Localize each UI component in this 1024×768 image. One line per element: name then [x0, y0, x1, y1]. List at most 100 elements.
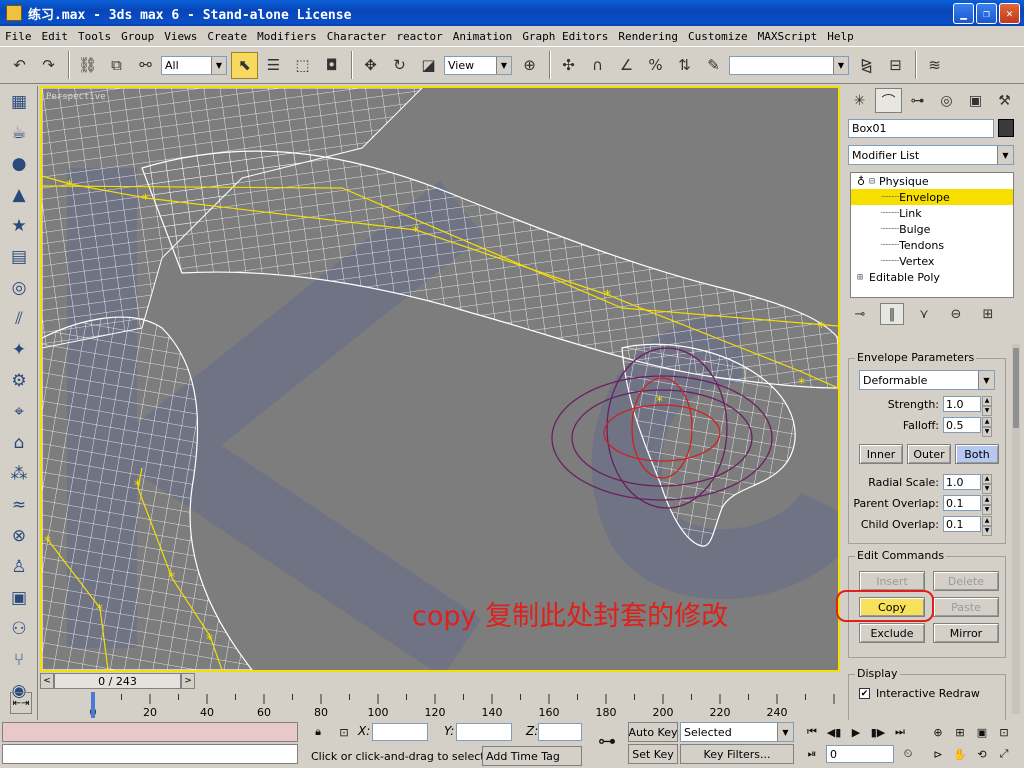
close-button[interactable]: ✕: [999, 2, 1020, 24]
maxscript-result-field[interactable]: [2, 744, 298, 764]
viewport-label[interactable]: Perspective: [46, 92, 106, 102]
tube-icon[interactable]: ⫽: [4, 305, 34, 333]
prev-frame-arrow[interactable]: <: [40, 673, 54, 689]
menu-help[interactable]: Help: [822, 30, 859, 43]
named-selection-sets-dropdown[interactable]: ▼: [729, 55, 849, 75]
selection-filter-dropdown[interactable]: All ▼: [161, 55, 227, 75]
pivot-center-icon[interactable]: ⊕: [516, 52, 543, 79]
add-time-tag-button[interactable]: Add Time Tag: [482, 746, 582, 766]
absolute-mode-icon[interactable]: ⊡: [334, 723, 354, 741]
stack-item-editable-poly[interactable]: ⊞ Editable Poly: [851, 269, 1013, 285]
remove-modifier-icon[interactable]: ⊖: [944, 303, 968, 325]
unlink-selection-icon[interactable]: ⧉: [103, 52, 130, 79]
menu-edit[interactable]: Edit: [37, 30, 74, 43]
time-configuration-icon[interactable]: ⏲: [898, 745, 918, 763]
edit-named-selection-icon[interactable]: ✎: [700, 52, 727, 79]
rectangular-selection-icon[interactable]: ⬚: [289, 52, 316, 79]
checker-icon[interactable]: ▤: [4, 243, 34, 271]
reference-coordinate-dropdown[interactable]: View ▼: [444, 55, 512, 75]
field-of-view-icon[interactable]: ⊳: [928, 745, 948, 763]
biped-icon[interactable]: ♙: [4, 553, 34, 581]
interactive-redraw-checkbox[interactable]: ✔: [859, 688, 870, 699]
wave-icon[interactable]: ≈: [4, 491, 34, 519]
menu-maxscript[interactable]: MAXScript: [753, 30, 823, 43]
object-color-swatch[interactable]: [998, 119, 1014, 137]
angle-snap-icon[interactable]: ∠: [613, 52, 640, 79]
show-end-result-icon[interactable]: ‖: [880, 303, 904, 325]
maximize-viewport-icon[interactable]: ⤢: [994, 745, 1014, 763]
menu-animation[interactable]: Animation: [448, 30, 518, 43]
utilities-tab-icon[interactable]: ⚒: [991, 88, 1018, 113]
menu-tools[interactable]: Tools: [73, 30, 116, 43]
box-icon[interactable]: ▦: [4, 88, 34, 116]
stack-item-bulge[interactable]: ┈┈┈ Bulge: [851, 221, 1013, 237]
exclude-button[interactable]: Exclude: [859, 623, 925, 643]
radial-scale-spinner[interactable]: 1.0: [943, 474, 981, 490]
parent-overlap-spinner[interactable]: 0.1: [943, 495, 981, 511]
select-and-rotate-icon[interactable]: ↻: [386, 52, 413, 79]
zoom-icon[interactable]: ⊕: [928, 723, 948, 741]
menu-rendering[interactable]: Rendering: [613, 30, 683, 43]
align-icon[interactable]: ⊟: [882, 52, 909, 79]
make-unique-icon[interactable]: ⋎: [912, 303, 936, 325]
redo-icon[interactable]: ↷: [35, 52, 62, 79]
cone-icon[interactable]: ▲: [4, 181, 34, 209]
chair-icon[interactable]: ⑂: [4, 646, 34, 674]
light-bulb-icon[interactable]: ♁: [857, 175, 869, 188]
sphere-icon[interactable]: ●: [4, 150, 34, 178]
gear-icon[interactable]: ⚙: [4, 367, 34, 395]
default-tangent-key-icon[interactable]: ⊶: [592, 731, 622, 752]
key-filters-button[interactable]: Key Filters...: [680, 744, 794, 764]
bind-to-space-warp-icon[interactable]: ⚯: [132, 52, 159, 79]
stack-item-vertex[interactable]: ┈┈┈ Vertex: [851, 253, 1013, 269]
go-to-end-icon[interactable]: ⏭: [890, 723, 910, 741]
menu-character[interactable]: Character: [322, 30, 392, 43]
menu-group[interactable]: Group: [116, 30, 159, 43]
stack-item-link[interactable]: ┈┈┈ Link: [851, 205, 1013, 221]
time-slider[interactable]: < 0 / 243 >: [40, 672, 840, 690]
configure-sets-icon[interactable]: ⊞: [976, 303, 1000, 325]
both-button[interactable]: Both: [955, 444, 999, 464]
perspective-viewport[interactable]: * * * * * * * * * * * * Perspective copy 复制此处封套的…: [40, 86, 840, 672]
go-to-start-icon[interactable]: ⏮: [802, 723, 822, 741]
pan-icon[interactable]: ✋: [950, 745, 970, 763]
time-slider-thumb[interactable]: 0 / 243: [54, 673, 181, 689]
mirror-icon[interactable]: ⧎: [853, 52, 880, 79]
menu-customize[interactable]: Customize: [683, 30, 753, 43]
select-object-icon[interactable]: ⬉: [231, 51, 258, 79]
lock-icon[interactable]: 🔒︎: [308, 723, 328, 741]
spinner-snap-icon[interactable]: ⇅: [671, 52, 698, 79]
next-frame-arrow[interactable]: >: [181, 673, 195, 689]
systems-icon[interactable]: ⚇: [4, 615, 34, 643]
select-and-manipulate-icon[interactable]: ✣: [555, 52, 582, 79]
select-by-name-icon[interactable]: ☰: [260, 52, 287, 79]
motion-tab-icon[interactable]: ◎: [933, 88, 960, 113]
layer-manager-icon[interactable]: ≋: [921, 52, 948, 79]
previous-frame-icon[interactable]: ◀▮: [824, 723, 844, 741]
zoom-all-icon[interactable]: ⊞: [950, 723, 970, 741]
teapot-icon[interactable]: ☕: [4, 119, 34, 147]
stack-item-physique[interactable]: ♁ ⊟ Physique: [851, 173, 1013, 189]
edit-commands-title[interactable]: Edit Commands: [855, 549, 947, 562]
helper-icon[interactable]: ⌂: [4, 429, 34, 457]
mirror-button[interactable]: Mirror: [933, 623, 999, 643]
space-warp-icon[interactable]: ⊗: [4, 522, 34, 550]
set-key-button[interactable]: Set Key: [628, 744, 678, 764]
modifier-list-dropdown[interactable]: Modifier List ▼: [848, 145, 1014, 165]
paste-button[interactable]: Paste: [933, 597, 999, 617]
maxscript-listener-mini[interactable]: [2, 722, 298, 742]
display-title[interactable]: Display: [855, 667, 900, 680]
stack-item-tendons[interactable]: ┈┈┈ Tendons: [851, 237, 1013, 253]
light-icon[interactable]: ✦: [4, 336, 34, 364]
track-bar-icon[interactable]: ⇤⇥: [10, 692, 32, 714]
next-frame-icon[interactable]: ▮▶: [868, 723, 888, 741]
y-coordinate-field[interactable]: [456, 723, 512, 741]
delete-button[interactable]: Delete: [933, 571, 999, 591]
inner-button[interactable]: Inner: [859, 444, 903, 464]
envelope-type-dropdown[interactable]: Deformable ▼: [859, 370, 995, 390]
current-frame-field[interactable]: 0: [826, 745, 894, 763]
camera-icon[interactable]: ⌖: [4, 398, 34, 426]
key-mode-dropdown[interactable]: Selected ▼: [680, 722, 794, 742]
key-mode-toggle-icon[interactable]: ⏯: [802, 745, 822, 763]
modify-tab-icon[interactable]: ⌒: [875, 88, 902, 113]
